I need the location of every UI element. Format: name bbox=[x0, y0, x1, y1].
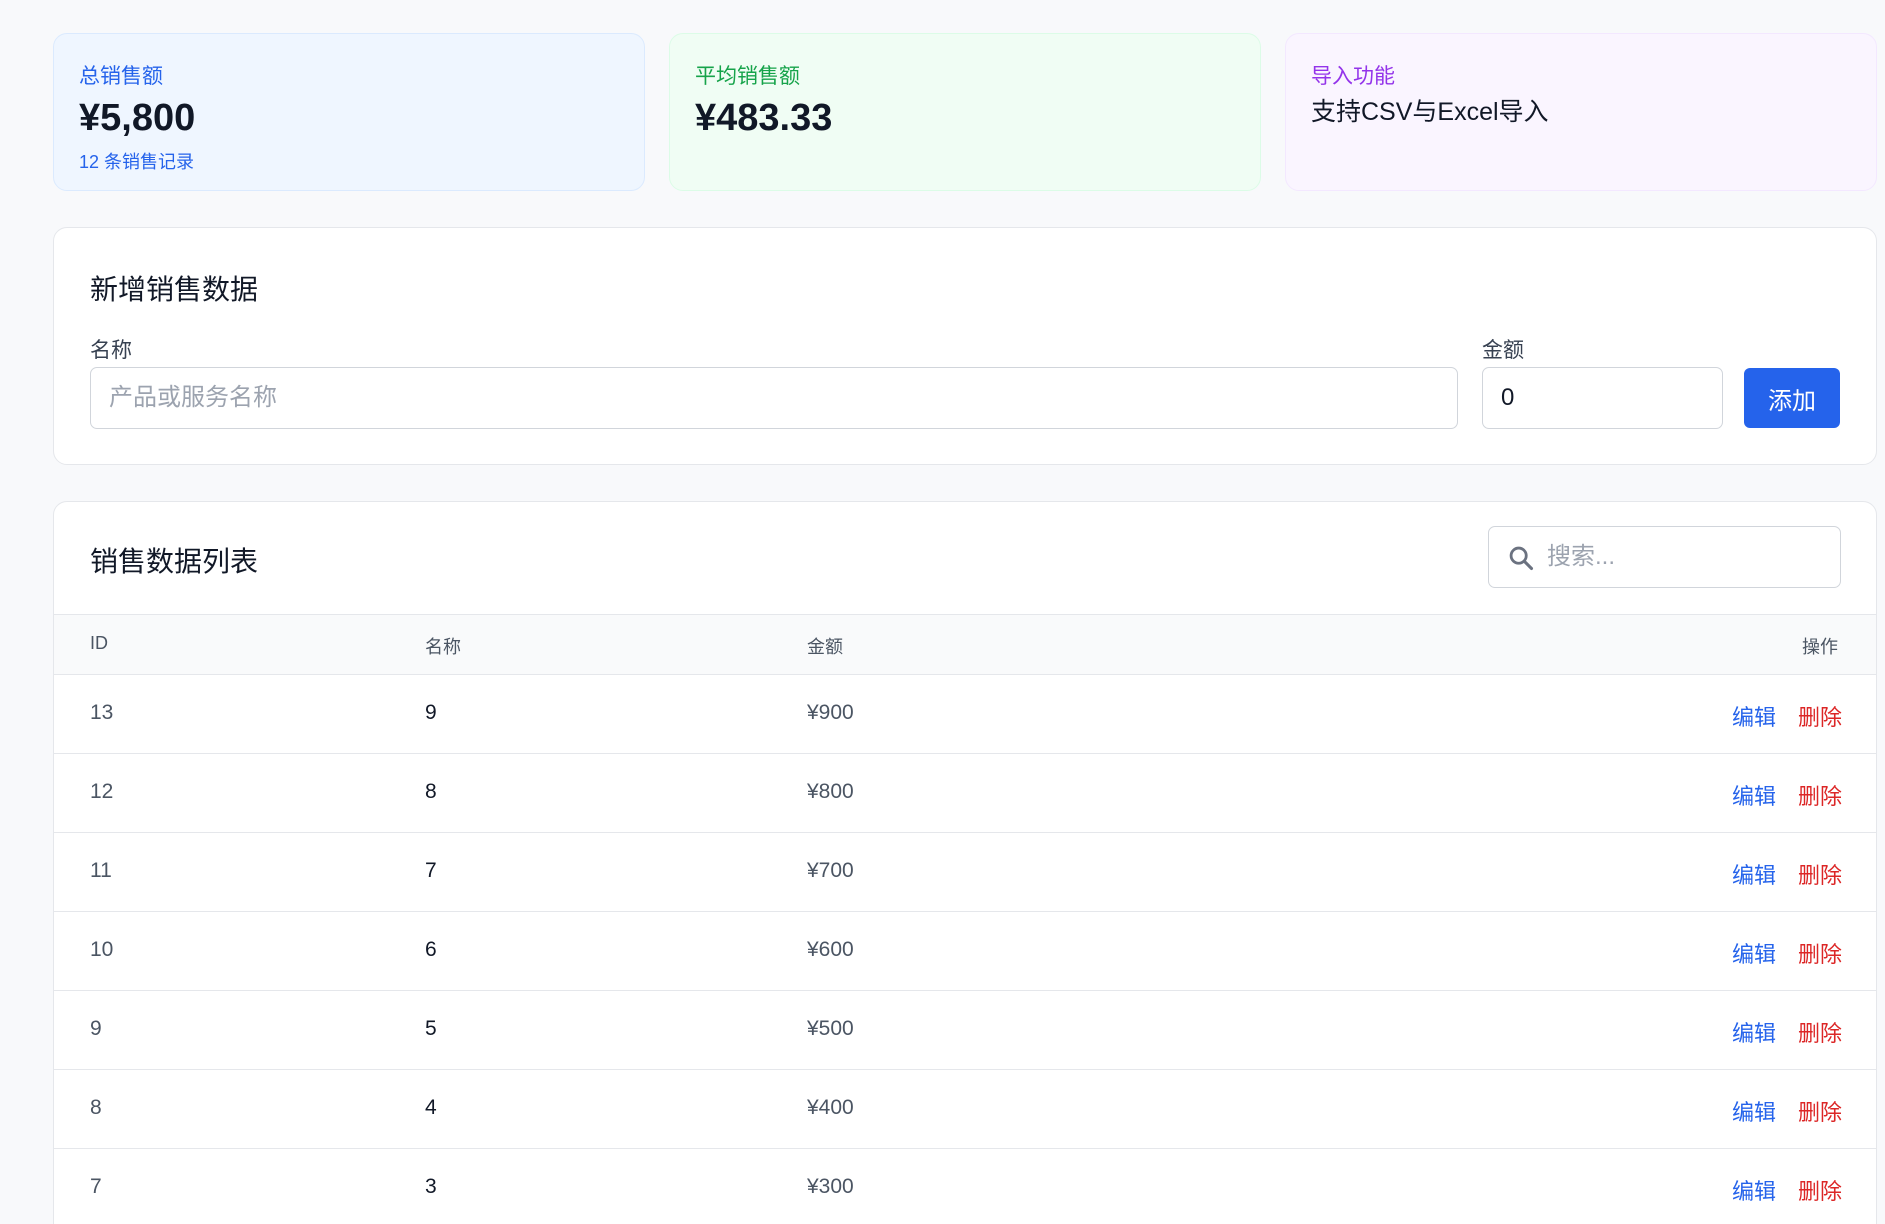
edit-button[interactable]: 编辑 bbox=[1732, 700, 1776, 732]
row-name: 9 bbox=[425, 701, 437, 724]
page: 总销售额 ¥5,800 12 条销售记录 平均销售额 ¥483.33 导入功能 … bbox=[0, 0, 1885, 1224]
row-id: 13 bbox=[90, 701, 114, 724]
table-header: ID 名称 金额 操作 bbox=[54, 614, 1876, 675]
table-row: 7 3 ¥300 编辑 删除 bbox=[54, 1149, 1876, 1224]
import-card: 导入功能 支持CSV与Excel导入 bbox=[1285, 33, 1877, 191]
table-row: 12 8 ¥800 编辑 删除 bbox=[54, 754, 1876, 833]
sales-list-panel: 销售数据列表 ID 名称 金额 操作 13 9 ¥900 编辑 删除 12 bbox=[53, 501, 1877, 1224]
add-sales-panel: 新增销售数据 名称 金额 添加 bbox=[53, 227, 1877, 465]
amount-input[interactable] bbox=[1482, 367, 1723, 429]
row-name: 3 bbox=[425, 1175, 437, 1198]
row-amount: ¥700 bbox=[807, 859, 854, 882]
column-header-amount: 金额 bbox=[807, 637, 843, 657]
delete-button[interactable]: 删除 bbox=[1798, 858, 1842, 890]
row-id: 9 bbox=[90, 1017, 102, 1040]
row-name: 8 bbox=[425, 780, 437, 803]
amount-label: 金额 bbox=[1482, 339, 1524, 362]
row-name: 7 bbox=[425, 859, 437, 882]
table-row: 10 6 ¥600 编辑 删除 bbox=[54, 912, 1876, 991]
column-header-id: ID bbox=[90, 633, 108, 653]
add-panel-title: 新增销售数据 bbox=[90, 274, 259, 305]
row-name: 5 bbox=[425, 1017, 437, 1040]
row-id: 7 bbox=[90, 1175, 102, 1198]
table-row: 8 4 ¥400 编辑 删除 bbox=[54, 1070, 1876, 1149]
search-icon bbox=[1509, 546, 1534, 571]
edit-button[interactable]: 编辑 bbox=[1732, 1174, 1776, 1206]
table-body: 13 9 ¥900 编辑 删除 12 8 ¥800 编辑 删除 11 7 ¥70… bbox=[54, 675, 1876, 1224]
average-sales-value: ¥483.33 bbox=[695, 97, 833, 139]
row-id: 11 bbox=[90, 859, 112, 882]
row-amount: ¥600 bbox=[807, 938, 854, 961]
row-amount: ¥800 bbox=[807, 780, 854, 803]
delete-button[interactable]: 删除 bbox=[1798, 1095, 1842, 1127]
edit-button[interactable]: 编辑 bbox=[1732, 779, 1776, 811]
table-row: 11 7 ¥700 编辑 删除 bbox=[54, 833, 1876, 912]
total-sales-label: 总销售额 bbox=[79, 65, 163, 88]
delete-button[interactable]: 删除 bbox=[1798, 700, 1842, 732]
delete-button[interactable]: 删除 bbox=[1798, 779, 1842, 811]
add-button[interactable]: 添加 bbox=[1744, 368, 1840, 428]
list-title: 销售数据列表 bbox=[90, 546, 259, 577]
import-label: 导入功能 bbox=[1311, 65, 1395, 88]
row-id: 10 bbox=[90, 938, 114, 961]
total-sales-card: 总销售额 ¥5,800 12 条销售记录 bbox=[53, 33, 645, 191]
delete-button[interactable]: 删除 bbox=[1798, 1174, 1842, 1206]
delete-button[interactable]: 删除 bbox=[1798, 1016, 1842, 1048]
delete-button[interactable]: 删除 bbox=[1798, 937, 1842, 969]
row-amount: ¥300 bbox=[807, 1175, 854, 1198]
import-description: 支持CSV与Excel导入 bbox=[1311, 98, 1549, 126]
average-sales-label: 平均销售额 bbox=[695, 65, 800, 88]
average-sales-card: 平均销售额 ¥483.33 bbox=[669, 33, 1261, 191]
row-amount: ¥500 bbox=[807, 1017, 854, 1040]
row-id: 12 bbox=[90, 780, 114, 803]
row-id: 8 bbox=[90, 1096, 102, 1119]
edit-button[interactable]: 编辑 bbox=[1732, 1016, 1776, 1048]
table-row: 9 5 ¥500 编辑 删除 bbox=[54, 991, 1876, 1070]
row-name: 4 bbox=[425, 1096, 437, 1119]
table-row: 13 9 ¥900 编辑 删除 bbox=[54, 675, 1876, 754]
column-header-name: 名称 bbox=[425, 637, 461, 657]
name-label: 名称 bbox=[90, 339, 132, 362]
name-input[interactable] bbox=[90, 367, 1458, 429]
edit-button[interactable]: 编辑 bbox=[1732, 858, 1776, 890]
column-header-actions: 操作 bbox=[1802, 637, 1838, 657]
edit-button[interactable]: 编辑 bbox=[1732, 1095, 1776, 1127]
total-sales-value: ¥5,800 bbox=[79, 97, 196, 139]
edit-button[interactable]: 编辑 bbox=[1732, 937, 1776, 969]
record-count: 12 条销售记录 bbox=[79, 152, 195, 172]
row-amount: ¥900 bbox=[807, 701, 854, 724]
row-amount: ¥400 bbox=[807, 1096, 854, 1119]
row-name: 6 bbox=[425, 938, 437, 961]
stats-row: 总销售额 ¥5,800 12 条销售记录 平均销售额 ¥483.33 导入功能 … bbox=[53, 33, 1877, 191]
search-box[interactable] bbox=[1488, 526, 1841, 588]
search-input[interactable] bbox=[1547, 528, 1827, 586]
